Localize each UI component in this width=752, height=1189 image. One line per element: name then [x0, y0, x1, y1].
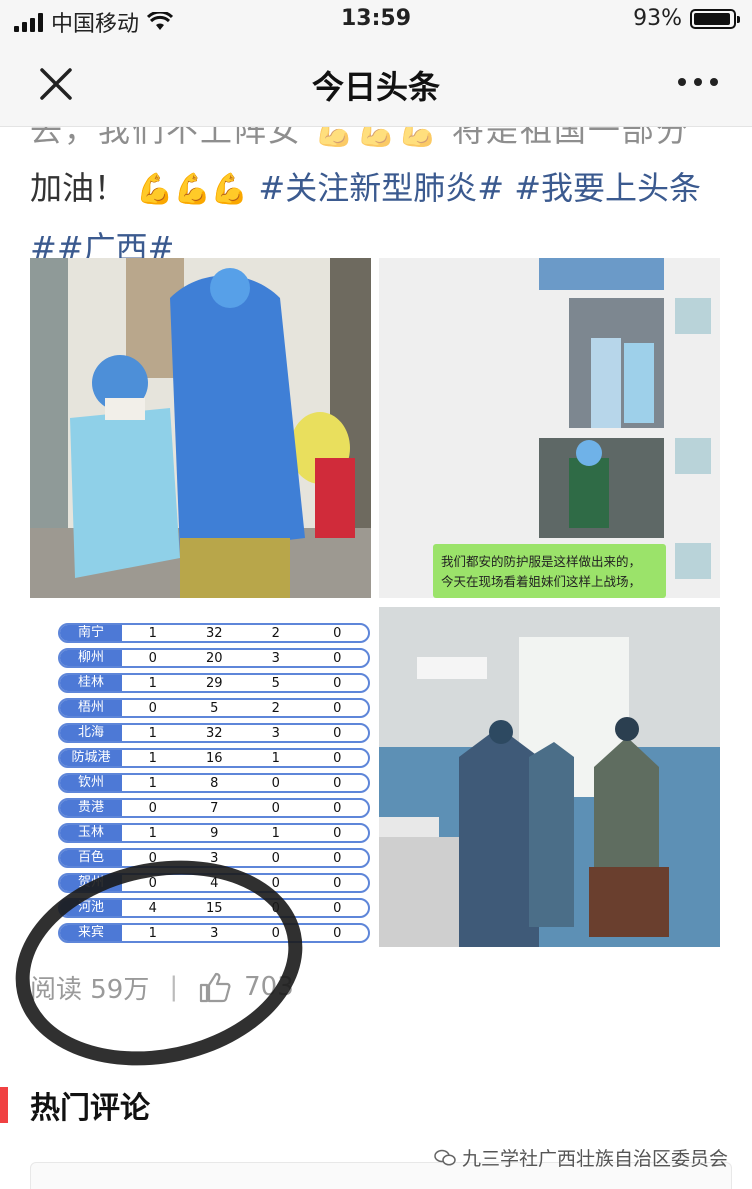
value-cell: 3 [271, 725, 280, 741]
value-cell: 2 [271, 625, 280, 641]
city-cell: 南宁 [60, 625, 122, 641]
value-cell: 0 [333, 800, 342, 816]
wechat-icon [434, 1149, 456, 1166]
value-cell: 0 [148, 700, 157, 716]
hot-comments-title: 热门评论 [30, 1091, 150, 1126]
chat-message-line-2: 今天在现场看着姐妹们这样上战场， [441, 574, 641, 589]
city-cell: 防城港 [60, 750, 122, 766]
city-cell: 钦州 [60, 775, 122, 791]
value-cell: 0 [333, 850, 342, 866]
chat-message-line-1: 我们都安的防护服是这样做出来的， [441, 554, 641, 569]
value-cell: 1 [271, 750, 280, 766]
value-cell: 1 [148, 775, 157, 791]
table-row: 柳州 0 20 3 0 [58, 648, 370, 668]
table-row: 桂林 1 29 5 0 [58, 673, 370, 693]
battery-icon [690, 8, 740, 29]
value-cell: 1 [148, 825, 157, 841]
city-cell: 桂林 [60, 675, 122, 691]
value-cell: 0 [271, 775, 280, 791]
photo-protective-gown[interactable] [30, 258, 371, 598]
city-cell: 北海 [60, 725, 122, 741]
hashtag-pneumonia[interactable]: #关注新型肺炎# [258, 169, 504, 207]
value-cell: 0 [333, 925, 342, 941]
table-row: 钦州 1 8 0 0 [58, 773, 370, 793]
value-cell: 5 [210, 700, 219, 716]
table-row: 梧州 0 5 2 0 [58, 698, 370, 718]
value-cell: 0 [333, 675, 342, 691]
table-row: 南宁 1 32 2 0 [58, 623, 370, 643]
value-cell: 0 [333, 875, 342, 891]
city-cell: 百色 [60, 850, 122, 866]
value-cell: 32 [205, 725, 223, 741]
value-cell: 1 [271, 825, 280, 841]
value-cell: 7 [210, 800, 219, 816]
watermark-text: 九三学社广西壮族自治区委员会 [461, 1148, 728, 1170]
value-cell: 1 [148, 725, 157, 741]
photo-hospital-ward[interactable] [379, 607, 720, 947]
city-cell: 梧州 [60, 700, 122, 716]
value-cell: 0 [333, 750, 342, 766]
article-content: 去，我们不上阵女 💪💪💪 将是祖国一部分 加油！ 💪💪💪 #关注新型肺炎# #我… [0, 127, 752, 1189]
post-line-cut: 去，我们不上阵女 💪💪💪 将是祖国一部分 [30, 127, 690, 149]
hashtag-headline[interactable]: #我要上头条 [514, 169, 701, 207]
value-cell: 0 [333, 775, 342, 791]
value-cell: 16 [205, 750, 223, 766]
value-cell: 0 [271, 850, 280, 866]
value-cell: 0 [148, 800, 157, 816]
value-cell: 1 [148, 675, 157, 691]
table-row: 贵港 0 7 0 0 [58, 798, 370, 818]
status-bar: 中国移动 13:59 93% [0, 0, 752, 40]
value-cell: 0 [333, 900, 342, 916]
chat-screenshot[interactable]: 我们都安的防护服是这样做出来的， 今天在现场看着姐妹们这样上战场， [379, 258, 720, 598]
city-cell: 贵港 [60, 800, 122, 816]
table-row: 北海 1 32 3 0 [58, 723, 370, 743]
table-row: 防城港 1 16 1 0 [58, 748, 370, 768]
status-right: 93% [633, 6, 740, 31]
city-cell: 柳州 [60, 650, 122, 666]
value-cell: 2 [271, 700, 280, 716]
city-cell: 玉林 [60, 825, 122, 841]
post-line: 加油！ 💪💪💪 #关注新型肺炎# #我要上头条 [30, 159, 730, 219]
value-cell: 32 [205, 625, 223, 641]
flex-emoji: 💪💪💪 [136, 172, 249, 207]
post-text: 去，我们不上阵女 💪💪💪 将是祖国一部分 加油！ 💪💪💪 #关注新型肺炎# #我… [30, 127, 730, 277]
accent-bar [0, 1087, 8, 1123]
value-cell: 20 [205, 650, 223, 666]
watermark: 九三学社广西壮族自治区委员会 [434, 1144, 728, 1171]
value-cell: 5 [271, 675, 280, 691]
value-cell: 8 [210, 775, 219, 791]
navigation-bar: 今日头条 [0, 40, 752, 127]
more-options-icon[interactable] [678, 78, 718, 86]
value-cell: 0 [271, 800, 280, 816]
post-prefix: 加油！ [30, 169, 127, 207]
value-cell: 9 [210, 825, 219, 841]
battery-percent: 93% [633, 6, 682, 31]
value-cell: 1 [148, 750, 157, 766]
nav-title: 今日头条 [311, 68, 440, 106]
value-cell: 0 [148, 650, 157, 666]
table-row: 玉林 1 9 1 0 [58, 823, 370, 843]
value-cell: 0 [333, 650, 342, 666]
value-cell: 0 [333, 725, 342, 741]
value-cell: 0 [333, 700, 342, 716]
value-cell: 0 [333, 825, 342, 841]
value-cell: 29 [205, 675, 223, 691]
value-cell: 3 [271, 650, 280, 666]
value-cell: 0 [333, 625, 342, 641]
value-cell: 1 [148, 625, 157, 641]
hot-comments-header: 热门评论 [0, 1083, 150, 1127]
